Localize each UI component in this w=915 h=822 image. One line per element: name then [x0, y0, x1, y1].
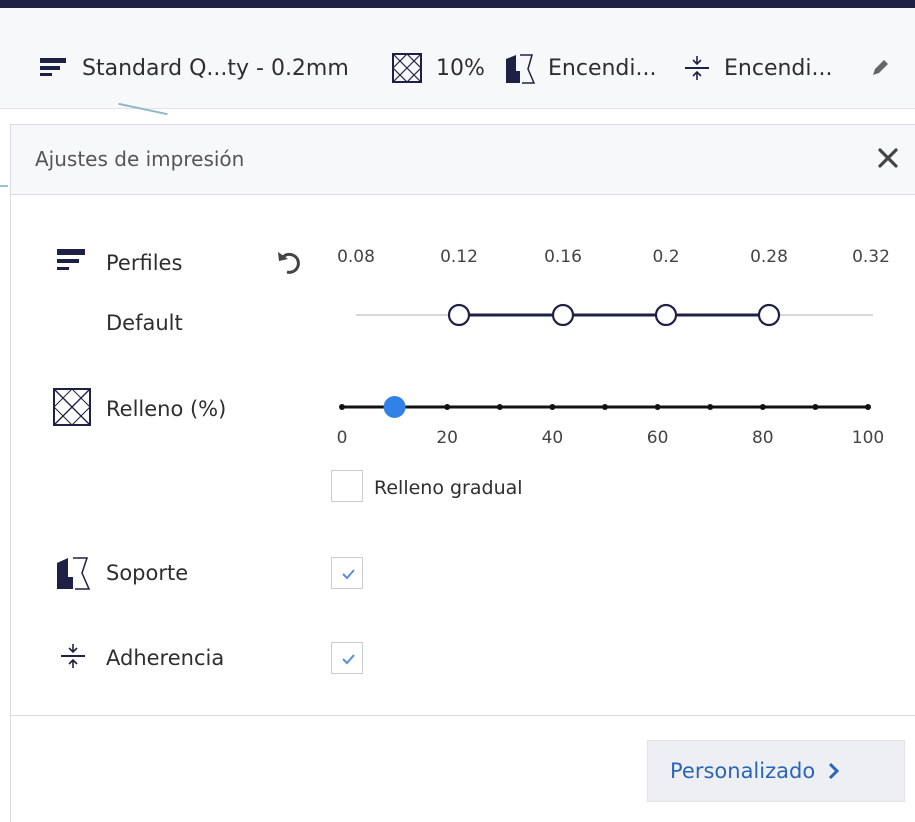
support-checkbox[interactable] [331, 557, 363, 589]
custom-settings-label: Personalizado [670, 759, 816, 783]
infill-handle[interactable] [383, 396, 406, 418]
panel-title: Ajustes de impresión [35, 147, 245, 171]
infill-tick [496, 404, 503, 410]
support-icon [506, 54, 536, 84]
infill-icon [53, 388, 91, 426]
profiles-sublabel: Default [106, 311, 183, 335]
infill-tick-label: 80 [751, 428, 774, 448]
support-icon [57, 557, 91, 590]
infill-icon [392, 53, 422, 83]
infill-tick-label: 100 [851, 428, 885, 448]
support-summary-label: Encendi... [548, 55, 657, 81]
adhesion-summary[interactable]: Encendi... [682, 48, 832, 88]
adhesion-icon [685, 56, 709, 80]
infill-tick [812, 404, 819, 410]
support-summary[interactable]: Encendi... [504, 48, 656, 88]
infill-tick [759, 404, 766, 410]
infill-label: Relleno (%) [106, 397, 227, 421]
profile-option-0.2[interactable] [654, 303, 678, 327]
reset-profile-button[interactable] [275, 248, 303, 276]
profile-tick-label: 0.28 [750, 247, 788, 267]
scene-mark [0, 185, 8, 187]
infill-tick [865, 404, 871, 410]
edit-settings-button[interactable] [870, 48, 890, 88]
panel-header: Ajustes de impresión [11, 125, 915, 195]
infill-tick [602, 404, 608, 410]
profile-summary-label: Standard Q...ty - 0.2mm [82, 55, 349, 81]
profile-tick-label: 0.2 [652, 247, 680, 267]
infill-tick-label: 20 [436, 428, 459, 448]
infill-slider[interactable] [331, 389, 891, 425]
infill-tick-label: 40 [541, 428, 564, 448]
profile-icon [40, 58, 66, 76]
top-border [0, 0, 915, 8]
profile-tick-label: 0.16 [544, 247, 582, 267]
check-icon [342, 569, 355, 580]
profile-option-0.12[interactable] [447, 303, 471, 327]
infill-tick [339, 404, 345, 410]
print-settings-summary-bar[interactable]: Standard Q...ty - 0.2mm 10% Encendi... E… [0, 8, 915, 109]
infill-tick [654, 404, 661, 410]
footer-divider [11, 715, 915, 716]
infill-tick [444, 404, 451, 410]
infill-summary[interactable]: 10% [390, 48, 485, 88]
pencil-icon [873, 60, 888, 75]
infill-tick-label: 60 [646, 428, 669, 448]
adhesion-label: Adherencia [106, 646, 225, 670]
infill-tick [707, 404, 714, 410]
profile-option-0.28[interactable] [757, 303, 781, 327]
custom-settings-button[interactable]: Personalizado [647, 740, 905, 802]
adhesion-checkbox[interactable] [331, 642, 363, 674]
profile-tick-label: 0.12 [440, 247, 478, 267]
profile-summary[interactable]: Standard Q...ty - 0.2mm [38, 48, 349, 88]
gradual-infill-label: Relleno gradual [374, 477, 523, 499]
profile-tick-label: 0.32 [852, 247, 890, 267]
profile-tick-label: 0.08 [337, 247, 375, 267]
undo-icon [278, 252, 300, 274]
gradual-infill-checkbox[interactable] [331, 470, 363, 502]
close-icon [878, 148, 898, 168]
support-label: Soporte [106, 561, 189, 585]
layer-height-slider[interactable] [331, 295, 891, 335]
profile-option-0.16[interactable] [551, 303, 575, 327]
check-icon [342, 654, 355, 665]
print-settings-panel: Ajustes de impresión Perfiles Default 0.… [10, 124, 915, 822]
profile-icon [57, 249, 85, 270]
infill-tick-label: 0 [336, 428, 348, 448]
infill-tick [549, 404, 556, 410]
adhesion-summary-label: Encendi... [724, 55, 833, 81]
close-button[interactable] [873, 143, 903, 173]
adhesion-icon [61, 644, 85, 668]
chevron-right-icon [829, 762, 840, 780]
infill-summary-label: 10% [436, 55, 485, 81]
profiles-label: Perfiles [106, 251, 183, 275]
